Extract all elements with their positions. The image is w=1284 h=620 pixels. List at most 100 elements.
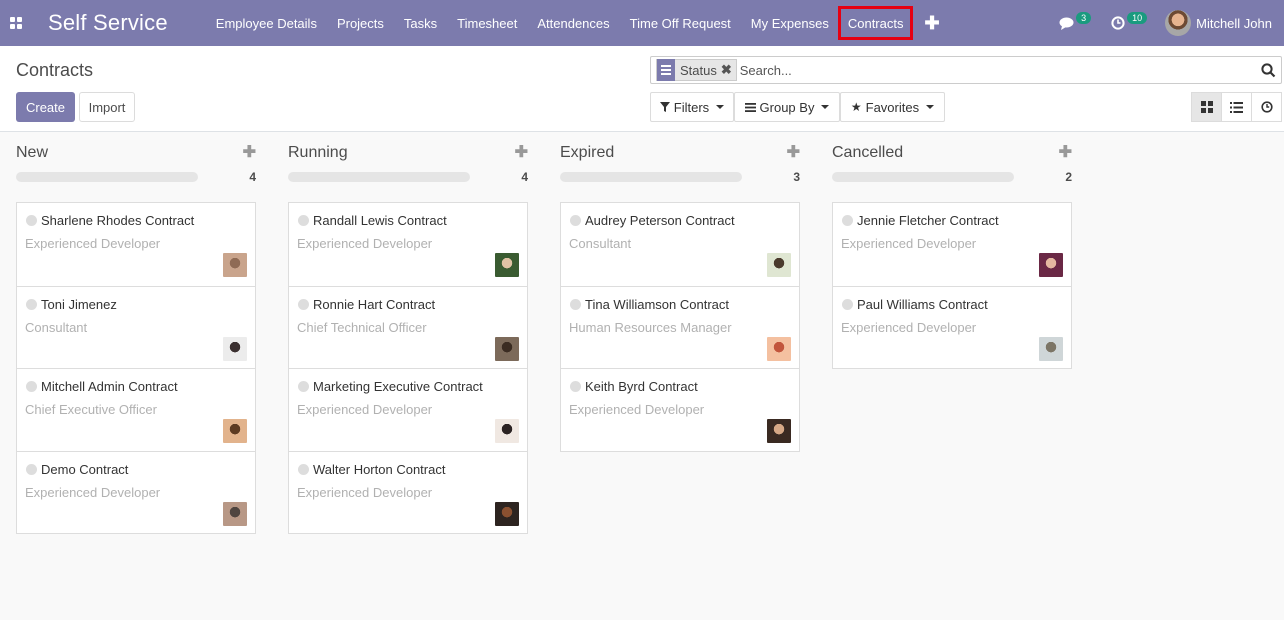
menu-time-off-request[interactable]: Time Off Request bbox=[620, 0, 741, 46]
add-menu-icon[interactable]: ✚ bbox=[912, 13, 951, 34]
column-cards: Jennie Fletcher Contract Experienced Dev… bbox=[832, 202, 1072, 369]
employee-avatar bbox=[495, 336, 519, 361]
quick-create-icon[interactable]: ✚ bbox=[515, 142, 528, 162]
create-button[interactable]: Create bbox=[16, 92, 75, 122]
menu-timesheet[interactable]: Timesheet bbox=[447, 0, 527, 46]
card-job-title: Experienced Developer bbox=[25, 236, 161, 251]
employee-avatar bbox=[767, 419, 791, 443]
kanban-card[interactable]: Sharlene Rhodes Contract Experienced Dev… bbox=[17, 203, 255, 286]
card-job-title: Experienced Developer bbox=[297, 402, 433, 417]
status-dot-icon[interactable] bbox=[298, 215, 309, 226]
employee-avatar bbox=[223, 419, 247, 443]
menu-projects[interactable]: Projects bbox=[327, 0, 394, 46]
facet-remove-icon[interactable]: ✖ bbox=[721, 62, 736, 78]
column-header: Cancelled ✚ bbox=[832, 132, 1072, 172]
column-progress-bar bbox=[832, 172, 1014, 182]
column-title: Expired bbox=[560, 144, 615, 161]
status-dot-icon[interactable] bbox=[26, 463, 37, 475]
column-header: Running ✚ bbox=[288, 132, 528, 172]
status-dot-icon[interactable] bbox=[570, 298, 581, 310]
messages-badge: 3 bbox=[1076, 12, 1092, 24]
kanban-column-new: New ✚ 4 Sharlene Rhodes Contract Experie… bbox=[16, 132, 256, 534]
kanban-view-icon[interactable] bbox=[1191, 92, 1222, 122]
card-job-title: Experienced Developer bbox=[297, 484, 433, 500]
status-dot-icon[interactable] bbox=[298, 381, 309, 392]
card-title: Demo Contract bbox=[41, 461, 129, 477]
groupby-dropdown[interactable]: Group By bbox=[734, 92, 840, 122]
list-view-icon[interactable] bbox=[1221, 92, 1252, 122]
card-title: Walter Horton Contract bbox=[313, 461, 446, 477]
card-title: Audrey Peterson Contract bbox=[585, 213, 735, 228]
search-input[interactable] bbox=[739, 62, 1257, 78]
kanban-card[interactable]: Keith Byrd Contract Experienced Develope… bbox=[561, 368, 799, 451]
quick-create-icon[interactable]: ✚ bbox=[243, 142, 256, 162]
employee-avatar bbox=[495, 253, 519, 277]
top-navbar: Self Service Employee Details Projects T… bbox=[0, 0, 1284, 46]
status-dot-icon[interactable] bbox=[570, 215, 581, 226]
card-job-title: Experienced Developer bbox=[569, 402, 705, 417]
card-job-title: Consultant bbox=[569, 236, 632, 251]
quick-create-icon[interactable]: ✚ bbox=[1059, 142, 1072, 162]
user-menu[interactable]: Mitchell John bbox=[1157, 10, 1284, 36]
card-title: Sharlene Rhodes Contract bbox=[41, 213, 195, 228]
view-switcher bbox=[1191, 92, 1282, 122]
caret-down-icon bbox=[926, 105, 935, 109]
status-dot-icon[interactable] bbox=[842, 298, 853, 310]
status-dot-icon[interactable] bbox=[26, 215, 37, 226]
column-cards: Sharlene Rhodes Contract Experienced Dev… bbox=[16, 202, 256, 534]
facet-value: Status bbox=[680, 62, 717, 78]
employee-avatar bbox=[223, 253, 247, 277]
status-dot-icon[interactable] bbox=[298, 463, 309, 475]
main-menu: Employee Details Projects Tasks Timeshee… bbox=[206, 0, 952, 46]
kanban-column-cancelled: Cancelled ✚ 2 Jennie Fletcher Contract E… bbox=[832, 132, 1072, 369]
messages-button[interactable]: 3 bbox=[1049, 12, 1101, 30]
card-job-title: Chief Executive Officer bbox=[25, 402, 157, 417]
favorites-label: Favorites bbox=[865, 99, 920, 115]
kanban-card[interactable]: Jennie Fletcher Contract Experienced Dev… bbox=[833, 203, 1071, 286]
chat-icon bbox=[1059, 17, 1074, 30]
card-title: Marketing Executive Contract bbox=[313, 379, 483, 394]
kanban-card[interactable]: Toni Jimenez Consultant bbox=[17, 285, 255, 368]
menu-employee-details[interactable]: Employee Details bbox=[206, 0, 327, 46]
bars-icon bbox=[744, 102, 756, 112]
kanban-card[interactable]: Ronnie Hart Contract Chief Technical Off… bbox=[289, 285, 527, 368]
employee-avatar bbox=[767, 336, 791, 361]
card-job-title: Chief Technical Officer bbox=[297, 319, 427, 335]
kanban-card[interactable]: Demo Contract Experienced Developer bbox=[17, 450, 255, 533]
card-job-title: Human Resources Manager bbox=[569, 319, 732, 335]
kanban-card[interactable]: Walter Horton Contract Experienced Devel… bbox=[289, 450, 527, 533]
user-name: Mitchell John bbox=[1196, 15, 1272, 31]
status-dot-icon[interactable] bbox=[26, 298, 37, 310]
apps-menu-icon[interactable] bbox=[0, 0, 32, 46]
menu-tasks[interactable]: Tasks bbox=[394, 0, 447, 46]
app-brand[interactable]: Self Service bbox=[48, 10, 168, 36]
groupby-facet-icon bbox=[657, 59, 675, 81]
activities-button[interactable]: 10 bbox=[1101, 12, 1157, 30]
status-dot-icon[interactable] bbox=[842, 215, 853, 226]
quick-create-icon[interactable]: ✚ bbox=[787, 142, 800, 162]
status-dot-icon[interactable] bbox=[298, 298, 309, 310]
kanban-card[interactable]: Tina Williamson Contract Human Resources… bbox=[561, 285, 799, 368]
menu-attendences[interactable]: Attendences bbox=[527, 0, 619, 46]
search-icon[interactable] bbox=[1257, 59, 1279, 81]
kanban-card[interactable]: Audrey Peterson Contract Consultant bbox=[561, 203, 799, 286]
filters-dropdown[interactable]: Filters bbox=[650, 92, 734, 122]
status-dot-icon[interactable] bbox=[26, 381, 37, 392]
activity-view-icon[interactable] bbox=[1251, 92, 1282, 122]
column-title: Cancelled bbox=[832, 144, 904, 161]
caret-down-icon bbox=[716, 105, 725, 109]
favorites-dropdown[interactable]: ★ Favorites bbox=[840, 92, 945, 122]
status-dot-icon[interactable] bbox=[570, 381, 581, 392]
employee-avatar bbox=[223, 336, 247, 361]
kanban-card[interactable]: Marketing Executive Contract Experienced… bbox=[289, 368, 527, 451]
card-title: Randall Lewis Contract bbox=[313, 213, 447, 228]
kanban-card[interactable]: Randall Lewis Contract Experienced Devel… bbox=[289, 203, 527, 286]
kanban-card[interactable]: Mitchell Admin Contract Chief Executive … bbox=[17, 368, 255, 451]
kanban-column-expired: Expired ✚ 3 Audrey Peterson Contract Con… bbox=[560, 132, 800, 452]
kanban-card[interactable]: Paul Williams Contract Experienced Devel… bbox=[833, 285, 1071, 368]
page-title: Contracts bbox=[16, 60, 94, 80]
import-button[interactable]: Import bbox=[79, 92, 135, 122]
menu-contracts[interactable]: Contracts bbox=[837, 6, 914, 40]
menu-my-expenses[interactable]: My Expenses bbox=[741, 0, 839, 46]
column-count: 2 bbox=[1065, 170, 1072, 184]
